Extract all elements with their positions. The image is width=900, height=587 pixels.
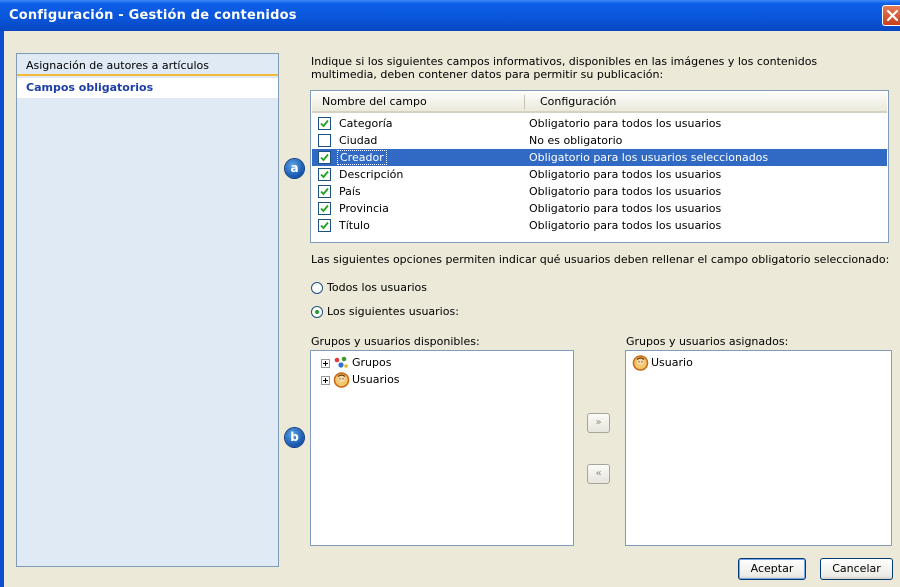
field-name: Descripción [339, 168, 404, 181]
check-icon [320, 221, 329, 230]
table-row[interactable]: País Obligatorio para todos los usuarios [312, 183, 887, 200]
available-list[interactable]: Grupos Usuarios [310, 350, 574, 546]
radio-button[interactable] [311, 306, 323, 318]
column-header-configuration[interactable]: Configuración [540, 95, 616, 108]
radio-label: Todos los usuarios [327, 281, 427, 294]
assigned-label: Grupos y usuarios asignados: [626, 335, 789, 348]
nav-item-label: Campos obligatorios [26, 81, 154, 94]
field-checkbox[interactable] [318, 202, 331, 215]
nav-item-label: Asignación de autores a artículos [26, 59, 209, 72]
groups-icon [334, 356, 348, 368]
window-title: Configuración - Gestión de contenidos [9, 8, 297, 23]
nav-item-author-assignment[interactable]: Asignación de autores a artículos [17, 56, 278, 76]
close-button[interactable] [882, 5, 900, 26]
close-icon [886, 9, 899, 22]
field-name: Creador [337, 150, 387, 165]
field-config: Obligatorio para todos los usuarios [529, 117, 722, 130]
field-checkbox[interactable] [318, 151, 331, 164]
column-header-field-name[interactable]: Nombre del campo [322, 95, 427, 108]
field-config: No es obligatorio [529, 134, 623, 147]
field-checkbox[interactable] [318, 134, 331, 147]
field-config: Obligatorio para los usuarios selecciona… [529, 151, 769, 164]
field-config: Obligatorio para todos los usuarios [529, 168, 722, 181]
expand-icon[interactable] [321, 359, 330, 368]
radio-label: Los siguientes usuarios: [327, 305, 459, 318]
field-config: Obligatorio para todos los usuarios [529, 185, 722, 198]
check-icon [320, 153, 329, 162]
tree-item-label: Usuarios [352, 373, 400, 386]
callout-badge-b: b [285, 428, 304, 447]
grid-header: Nombre del campo Configuración [312, 92, 887, 113]
field-name: Ciudad [339, 134, 378, 147]
column-separator[interactable] [524, 95, 525, 109]
check-icon [320, 187, 329, 196]
available-label: Grupos y usuarios disponibles: [311, 335, 480, 348]
field-checkbox[interactable] [318, 185, 331, 198]
window-frame-left [0, 31, 4, 587]
table-row[interactable]: Descripción Obligatorio para todos los u… [312, 166, 887, 183]
remove-from-assigned-button[interactable]: « [587, 464, 610, 484]
radio-button[interactable] [311, 282, 323, 294]
field-checkbox[interactable] [318, 168, 331, 181]
cancel-button[interactable]: Cancelar [820, 558, 893, 580]
field-name: Título [339, 219, 370, 232]
radio-dot [315, 310, 319, 314]
user-icon [632, 355, 649, 371]
add-to-assigned-button[interactable]: » [587, 413, 610, 433]
assigned-list[interactable]: Usuario [625, 350, 892, 546]
table-row[interactable]: Título Obligatorio para todos los usuari… [312, 217, 887, 234]
title-bar: Configuración - Gestión de contenidos [0, 0, 900, 31]
field-config: Obligatorio para todos los usuarios [529, 202, 722, 215]
table-row[interactable]: Ciudad No es obligatorio [312, 132, 887, 149]
options-description: Las siguientes opciones permiten indicar… [311, 253, 890, 266]
users-icon [333, 372, 350, 388]
tree-item-label: Grupos [352, 356, 392, 369]
table-row-selected[interactable]: Creador Obligatorio para los usuarios se… [312, 149, 887, 166]
field-name: Categoría [339, 117, 393, 130]
callout-badge-a: a [285, 159, 304, 178]
ok-button[interactable]: Aceptar [738, 558, 806, 580]
field-checkbox[interactable] [318, 117, 331, 130]
intro-text: Indique si los siguientes campos informa… [311, 55, 818, 81]
field-name: País [339, 185, 361, 198]
fields-grid: Nombre del campo Configuración Categoría… [310, 90, 889, 243]
check-icon [320, 170, 329, 179]
field-config: Obligatorio para todos los usuarios [529, 219, 722, 232]
check-icon [320, 119, 329, 128]
table-row[interactable]: Categoría Obligatorio para todos los usu… [312, 115, 887, 132]
check-icon [320, 204, 329, 213]
settings-nav: Asignación de autores a artículos Campos… [16, 53, 279, 567]
expand-icon[interactable] [321, 376, 330, 385]
table-row[interactable]: Provincia Obligatorio para todos los usu… [312, 200, 887, 217]
field-name: Provincia [339, 202, 389, 215]
nav-item-required-fields[interactable]: Campos obligatorios [17, 78, 278, 98]
field-checkbox[interactable] [318, 219, 331, 232]
list-item-label: Usuario [651, 356, 693, 369]
